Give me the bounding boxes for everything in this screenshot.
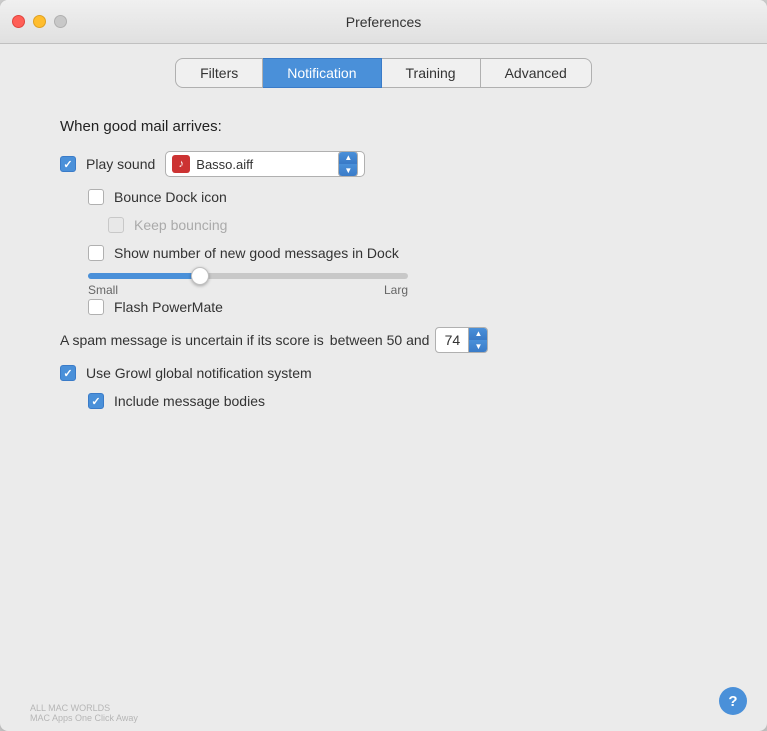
slider-max-label: Larg [384,283,408,297]
flash-powermate-label: Flash PowerMate [114,299,223,315]
spam-score-value: 74 [436,332,468,348]
play-sound-label: Play sound [86,156,155,172]
main-content: When good mail arrives: Play sound Basso… [0,98,767,731]
slider-track [88,273,408,279]
slider-thumb[interactable] [191,267,209,285]
growl-checkbox[interactable] [60,365,76,381]
tab-filters[interactable]: Filters [175,58,263,88]
spam-score-steppers: ▲ ▼ [468,328,487,352]
sound-stepper-up[interactable]: ▲ [339,152,357,164]
preferences-window: Preferences Filters Notification Trainin… [0,0,767,731]
maximize-button[interactable] [54,15,67,28]
play-sound-row: Play sound Basso.aiff ▲ ▼ [60,151,737,177]
play-sound-checkbox[interactable] [60,156,76,172]
bounce-dock-checkbox[interactable] [88,189,104,205]
sound-file-name: Basso.aiff [196,157,332,172]
sound-stepper[interactable]: ▲ ▼ [338,151,358,177]
help-button[interactable]: ? [719,687,747,715]
slider-min-label: Small [88,283,118,297]
tab-training[interactable]: Training [382,58,481,88]
growl-row: Use Growl global notification system [60,365,737,381]
show-number-checkbox[interactable] [88,245,104,261]
include-bodies-row: Include message bodies [88,393,737,409]
include-bodies-label: Include message bodies [114,393,265,409]
watermark-line2: MAC Apps One Click Away [30,713,138,723]
slider-fill [88,273,200,279]
sound-file-icon [172,155,190,173]
window-title: Preferences [346,14,421,30]
show-number-label: Show number of new good messages in Dock [114,245,399,261]
spam-score-up[interactable]: ▲ [469,328,487,340]
tab-advanced[interactable]: Advanced [481,58,592,88]
keep-bouncing-row: Keep bouncing [108,217,737,233]
sound-stepper-down[interactable]: ▼ [339,164,357,176]
minimize-button[interactable] [33,15,46,28]
size-slider-container: Small Larg [88,273,408,297]
traffic-lights [12,15,67,28]
show-number-row: Show number of new good messages in Dock [88,245,737,261]
slider-labels: Small Larg [88,283,408,297]
bounce-dock-row: Bounce Dock icon [88,189,737,205]
spam-score-down[interactable]: ▼ [469,340,487,352]
spam-text2: between 50 and [330,332,430,348]
growl-label: Use Growl global notification system [86,365,312,381]
spam-score-field: 74 ▲ ▼ [435,327,488,353]
include-bodies-checkbox[interactable] [88,393,104,409]
watermark: ALL MAC WORLDS MAC Apps One Click Away [30,703,138,723]
watermark-line1: ALL MAC WORLDS [30,703,138,713]
tabs-container: Filters Notification Training Advanced [0,44,767,98]
keep-bouncing-label: Keep bouncing [134,217,227,233]
titlebar: Preferences [0,0,767,44]
flash-powermate-checkbox[interactable] [88,299,104,315]
bounce-dock-label: Bounce Dock icon [114,189,227,205]
close-button[interactable] [12,15,25,28]
keep-bouncing-checkbox[interactable] [108,217,124,233]
tab-notification[interactable]: Notification [263,58,381,88]
spam-text1: A spam message is uncertain if its score… [60,332,324,348]
section-title: When good mail arrives: [60,118,737,135]
flash-powermate-row: Flash PowerMate [88,299,737,315]
sound-dropdown[interactable]: Basso.aiff ▲ ▼ [165,151,365,177]
spam-section: A spam message is uncertain if its score… [60,327,737,353]
